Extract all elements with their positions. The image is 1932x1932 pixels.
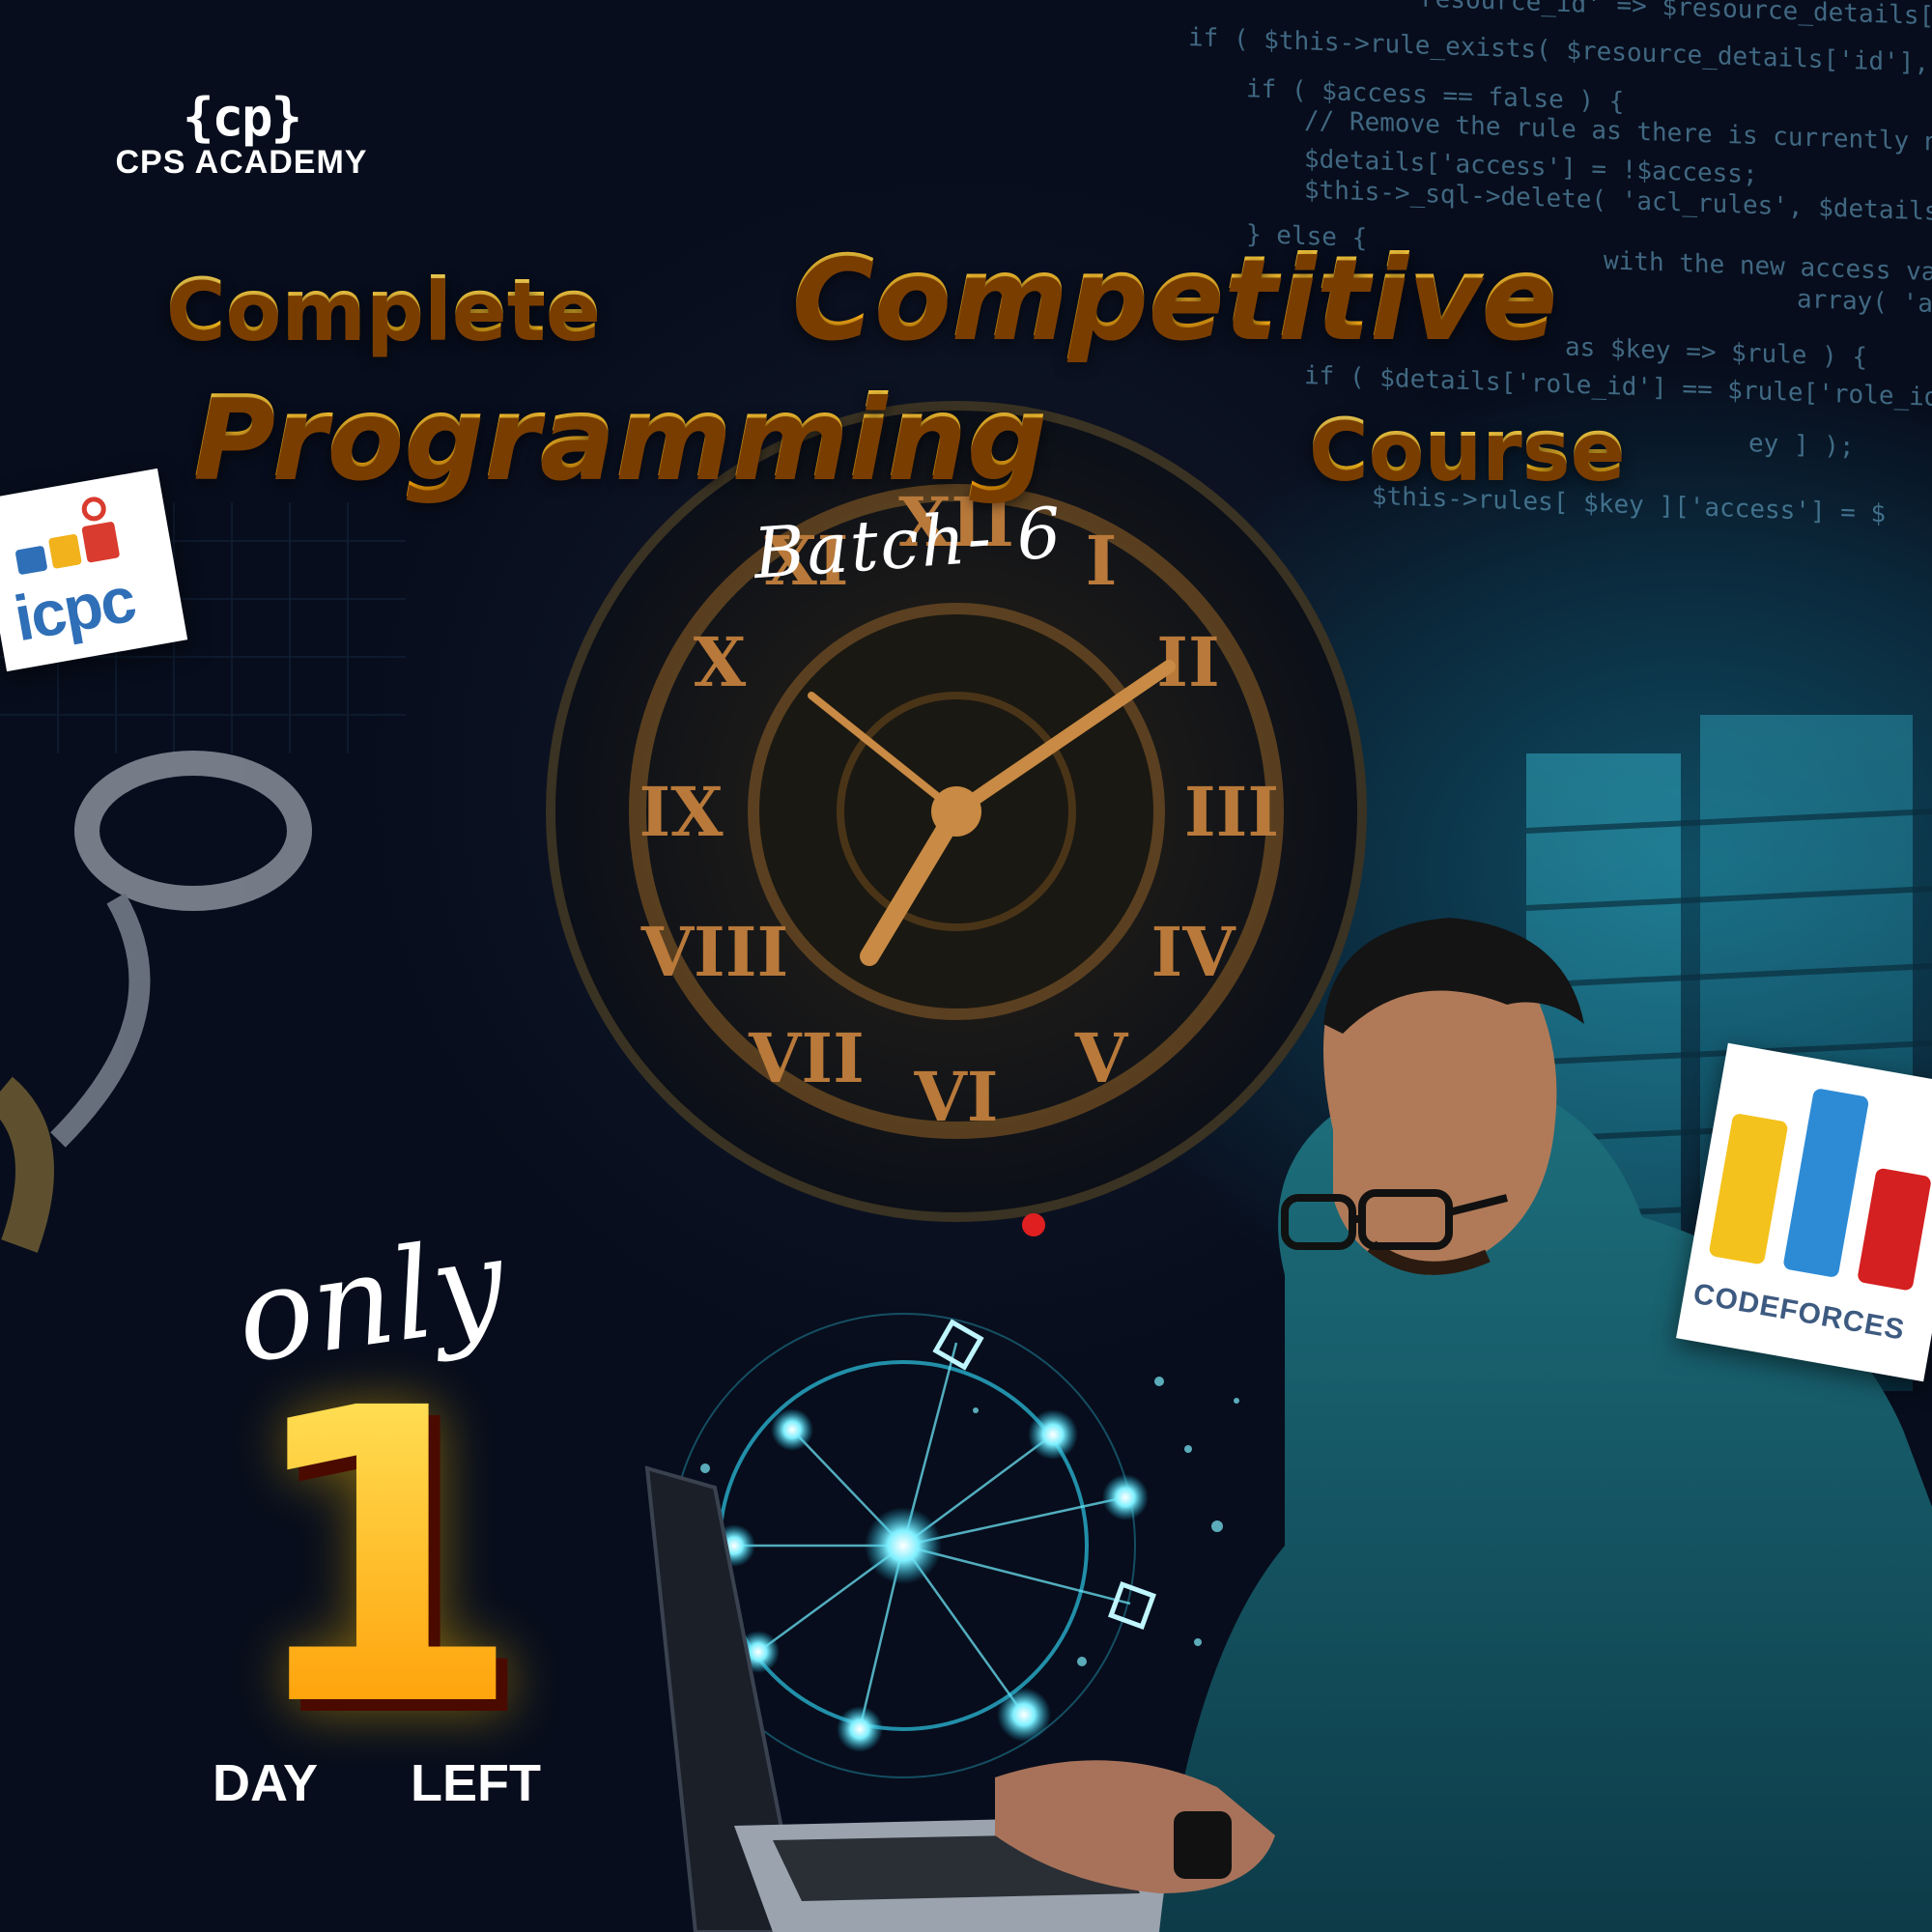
svg-text:IV: IV: [1151, 912, 1236, 992]
title-word-complete: Complete: [166, 261, 601, 355]
svg-text:VI: VI: [913, 1057, 998, 1137]
brand-name: CPS ACADEMY: [115, 144, 368, 181]
svg-text:X: X: [694, 622, 747, 702]
code-line: ey ] );: [1748, 429, 1855, 462]
svg-text:VII: VII: [748, 1018, 865, 1098]
countdown-label: DAY LEFT: [213, 1753, 541, 1813]
hourglass-icon: [0, 751, 312, 1253]
code-line: array( 'acc: [1797, 284, 1932, 321]
countdown-unit: DAY: [213, 1754, 319, 1812]
countdown-number: 1: [242, 1323, 525, 1796]
svg-text:III: III: [1184, 772, 1279, 852]
brand-logo: {cp} CPS ACADEMY: [97, 87, 386, 182]
svg-text:V: V: [1074, 1018, 1129, 1098]
title-word-programming: Programming: [193, 372, 1047, 502]
logo-mark: {cp}: [182, 87, 302, 148]
icpc-badge: icpc: [0, 468, 188, 672]
svg-text:IX: IX: [639, 772, 724, 852]
title-word-competitive: Competitive: [792, 232, 1558, 362]
course-poster: XII I II III IV V VI VII VIII IX X XI re…: [0, 0, 1932, 1932]
title-word-course: Course: [1309, 401, 1626, 496]
countdown-suffix: LEFT: [411, 1754, 541, 1812]
svg-text:VIII: VIII: [640, 912, 789, 992]
svg-text:I: I: [1086, 521, 1118, 601]
